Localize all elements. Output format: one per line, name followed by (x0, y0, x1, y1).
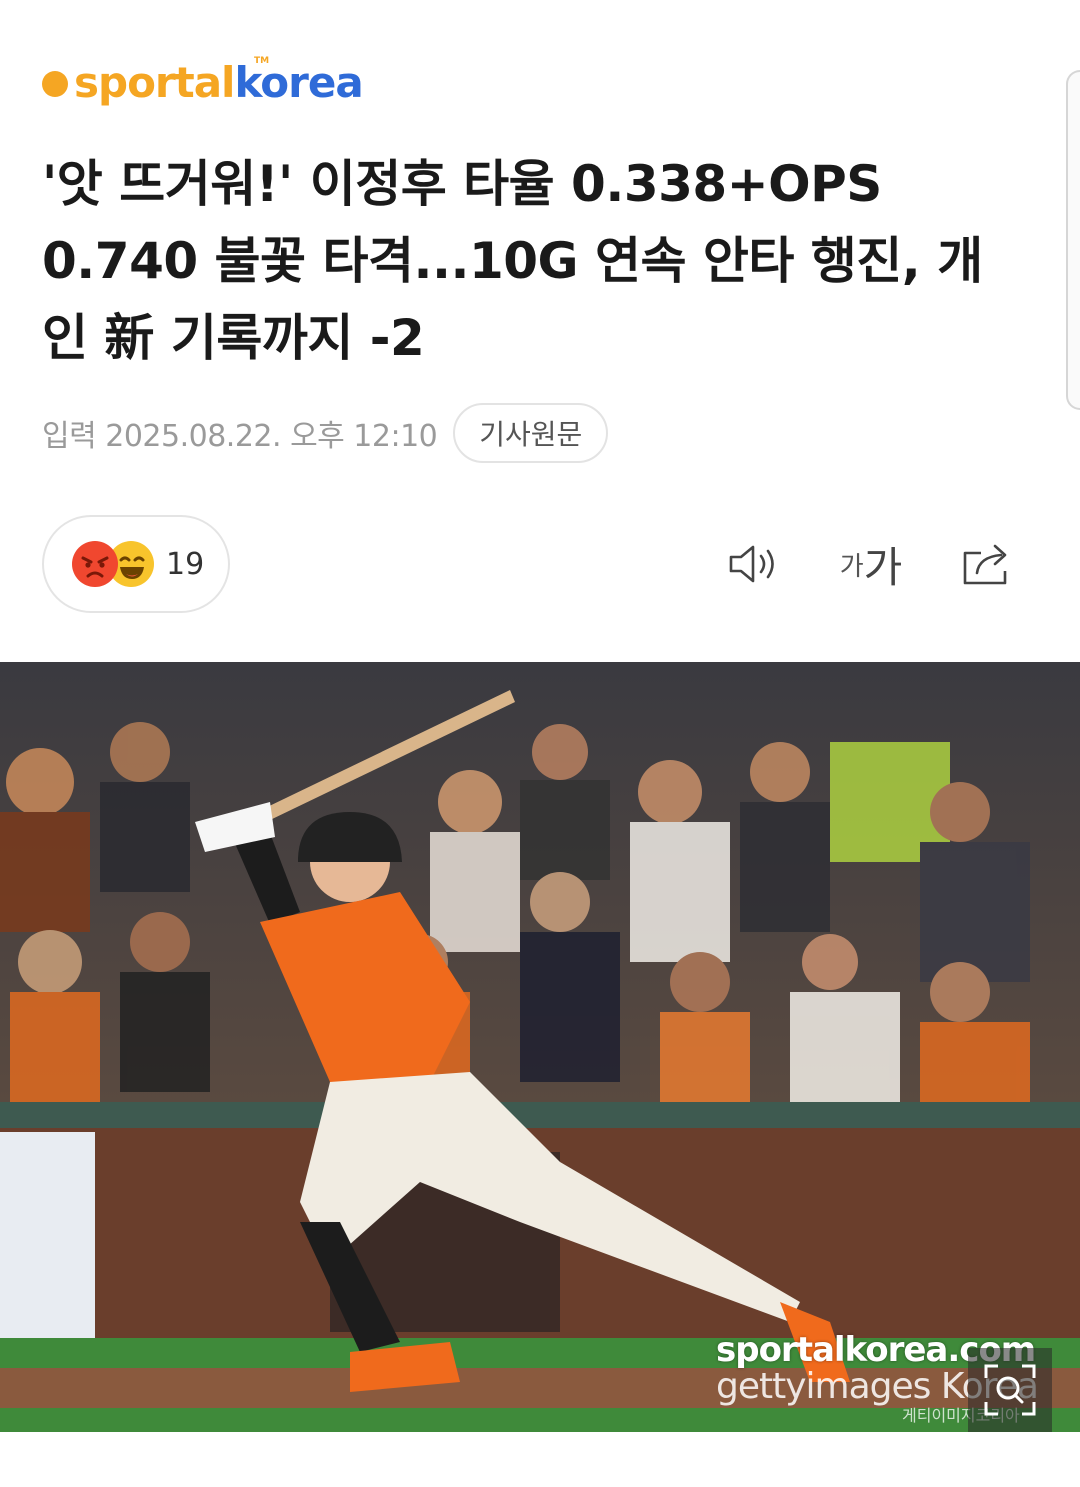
photo-zoom-button[interactable] (968, 1348, 1052, 1432)
angry-emoji-icon (72, 541, 118, 587)
font-size-small-label: 가 (839, 551, 864, 582)
font-size-large-label: 가 (863, 542, 903, 592)
logo-dot-icon (42, 71, 68, 97)
batter-photo-illustration (0, 662, 1080, 1432)
font-size-button[interactable]: 가가 (836, 532, 906, 596)
published-date: 입력 2025.08.22. 오후 12:10 (42, 419, 438, 454)
site-logo[interactable]: sportalkorea TM (42, 56, 364, 108)
share-button[interactable] (952, 532, 1022, 596)
reaction-count: 19 (166, 546, 205, 582)
zoom-icon (984, 1364, 1036, 1416)
logo-wordmark: sportalkorea (74, 58, 364, 107)
article-photo[interactable]: sportalkorea.com gettyimages Korea 게티이미지… (0, 662, 1080, 1432)
article-meta: 입력 2025.08.22. 오후 12:10 기사원문 (42, 402, 609, 464)
reaction-button[interactable]: 19 (42, 515, 230, 613)
speaker-icon (729, 545, 774, 583)
side-scroll-handle[interactable] (1066, 70, 1080, 410)
article-headline: '앗 뜨거워!' 이정후 타율 0.338+OPS 0.740 불꽃 타격...… (42, 155, 983, 367)
logo-trademark: TM (254, 56, 270, 66)
original-article-button[interactable]: 기사원문 (453, 403, 609, 463)
share-icon (963, 544, 1007, 585)
text-to-speech-button[interactable] (720, 532, 790, 596)
